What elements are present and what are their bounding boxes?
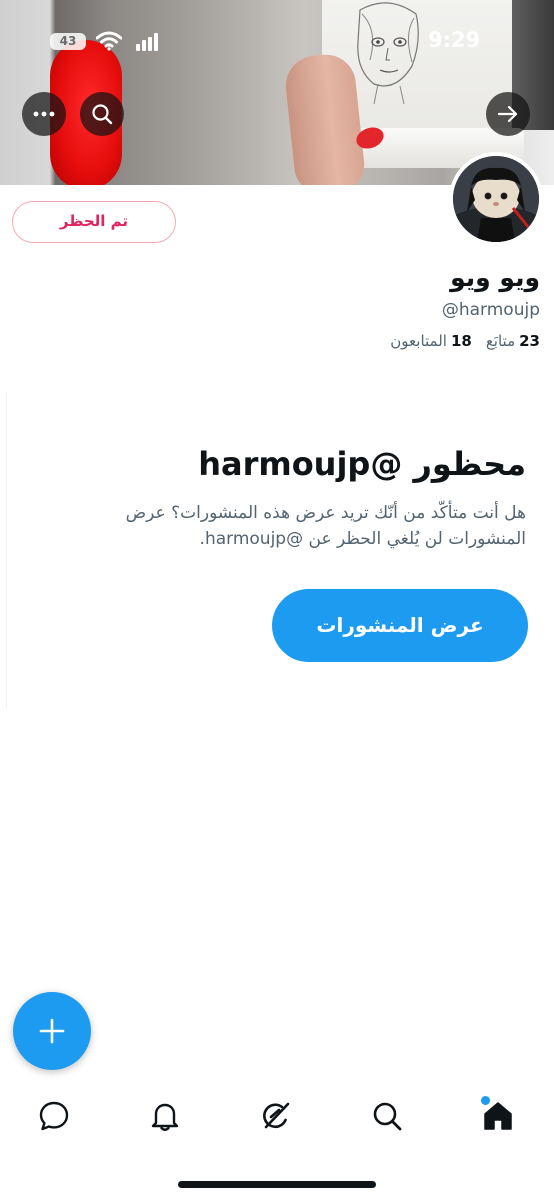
home-indicator [178,1181,376,1188]
display-name: ويو ويو [450,263,540,292]
avatar[interactable] [449,152,543,246]
followers-label: المتابعون [390,332,447,350]
nav-notifications[interactable] [137,1088,193,1144]
signal-icon [136,33,158,51]
more-button[interactable] [22,92,66,136]
nav-messages[interactable] [26,1088,82,1144]
compose-button[interactable] [13,992,91,1070]
blocked-title: محظور @harmoujp [198,445,526,483]
following-label: متابَع [485,332,516,350]
bottom-navigation [0,1088,554,1148]
status-time: 9:29 [428,28,481,52]
avatar-image [453,156,539,242]
followers-stat[interactable]: 18المتابعون [390,332,472,350]
nav-home[interactable] [470,1088,526,1144]
profile-stats: 23متابَع 18المتابعون [390,332,540,350]
following-stat[interactable]: 23متابَع [486,332,540,350]
bell-icon [151,1103,179,1131]
following-count: 23 [519,332,540,350]
back-button[interactable] [486,92,530,136]
view-posts-button[interactable]: عرض المنشورات [272,589,528,662]
chat-icon [39,1101,69,1131]
blocked-button[interactable]: تم الحظر [12,201,176,243]
followers-count: 18 [450,332,472,350]
wifi-icon [96,31,122,51]
search-icon [92,104,113,125]
divider [6,392,7,708]
more-icon [33,111,55,117]
battery-indicator: 43 [50,33,86,50]
plus-icon [39,1018,65,1044]
search-icon [373,1102,402,1131]
new-activity-dot [481,1096,490,1105]
grok-icon [263,1102,290,1129]
blocked-description: هل أنت متأكّد من أنّك تريد عرض هذه المنش… [125,503,526,549]
profile-handle: @harmoujp [441,300,540,320]
nav-grok[interactable] [248,1088,304,1144]
arrow-right-icon [497,105,518,123]
search-button[interactable] [80,92,124,136]
nav-search[interactable] [359,1088,415,1144]
banner-sketch [357,2,419,105]
